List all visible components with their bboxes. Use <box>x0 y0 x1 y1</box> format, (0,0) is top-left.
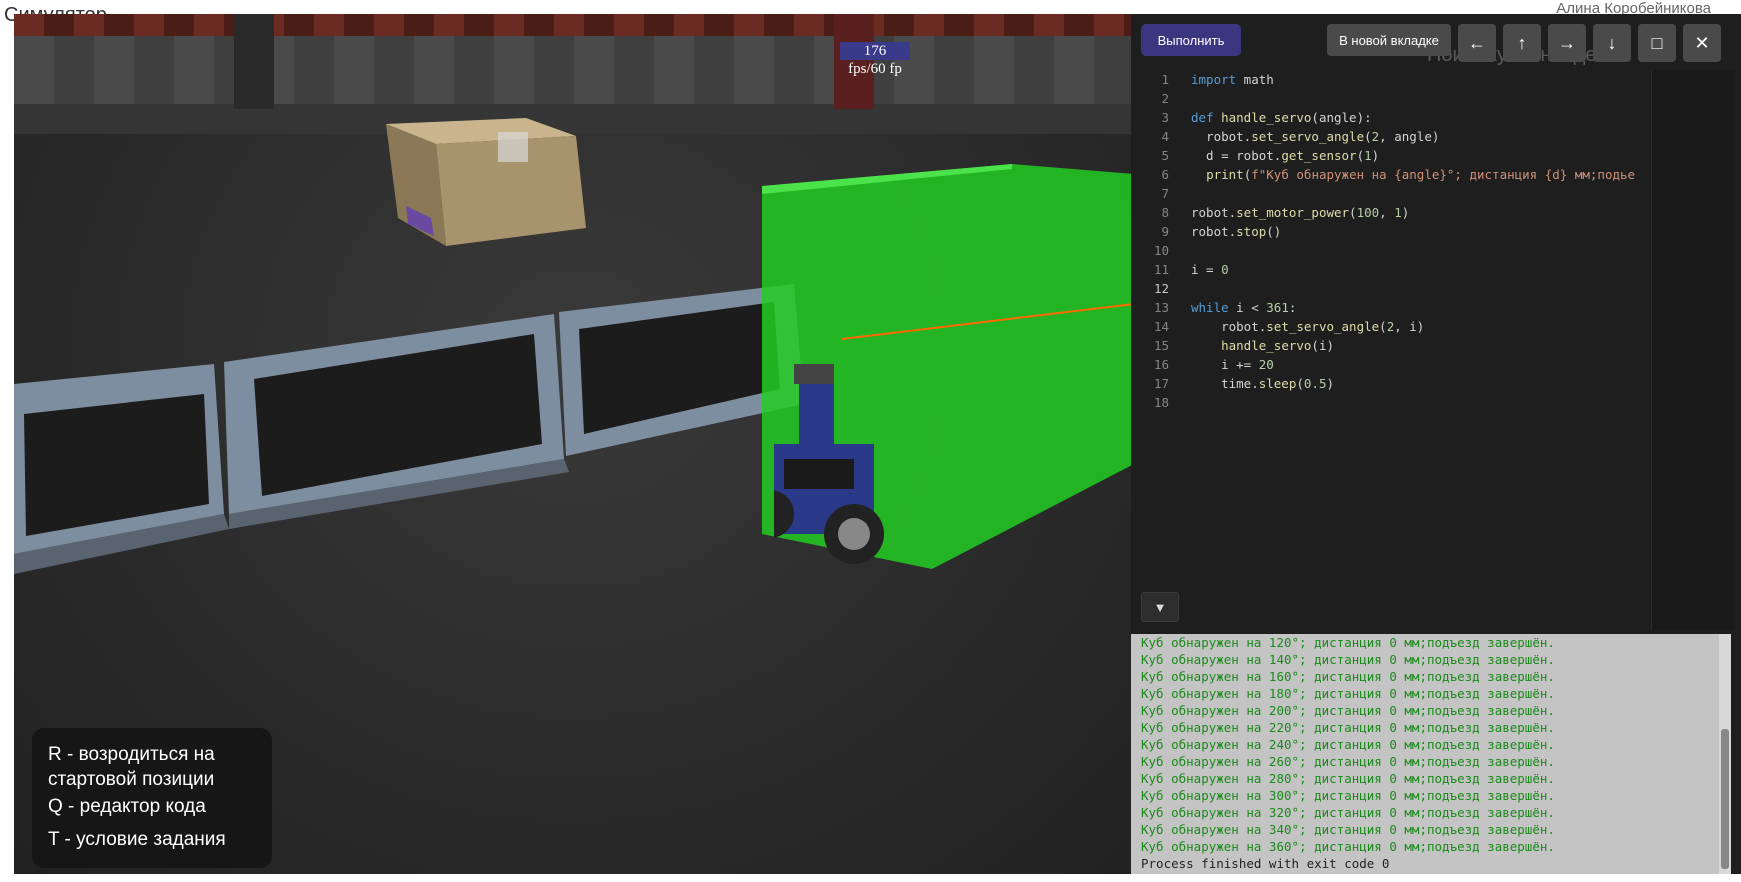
line-number: 9 <box>1161 224 1169 239</box>
console-line: Куб обнаружен на 340°; дистанция 0 мм;по… <box>1141 822 1555 837</box>
console-line: Куб обнаружен на 180°; дистанция 0 мм;по… <box>1141 686 1555 701</box>
output-console: Куб обнаружен на 120°; дистанция 0 мм;по… <box>1131 634 1731 874</box>
collapse-console-button[interactable]: ▼ <box>1141 592 1179 622</box>
console-line: Куб обнаружен на 160°; дистанция 0 мм;по… <box>1141 669 1555 684</box>
code-editor-panel: Поиск куба: найден! Выполнить В новой вк… <box>1131 14 1741 874</box>
fps-value: 176 <box>840 42 910 60</box>
maximize-button[interactable]: □ <box>1638 24 1676 62</box>
line-number: 11 <box>1153 262 1169 277</box>
line-number: 3 <box>1161 110 1169 125</box>
line-number: 2 <box>1161 91 1169 106</box>
line-number: 17 <box>1153 376 1169 391</box>
hint-code-editor: Q - редактор кода <box>48 796 206 817</box>
wall-stripe <box>14 14 1134 36</box>
line-number-gutter: 1 2 3 4 5 6 7 8 9 10 11 12 13 14 15 16 17 18 <box>1131 70 1176 412</box>
hint-task: T - условие задания <box>48 829 226 850</box>
console-line: Куб обнаружен на 260°; дистанция 0 мм;по… <box>1141 754 1555 769</box>
line-number: 16 <box>1153 357 1169 372</box>
console-scrollbar-thumb[interactable] <box>1721 729 1729 869</box>
line-number: 15 <box>1153 338 1169 353</box>
line-number: 8 <box>1161 205 1169 220</box>
hint-respawn: R - возродиться на стартовой позиции <box>48 744 215 790</box>
open-in-new-tab-button[interactable]: В новой вкладке <box>1327 24 1451 56</box>
pillar <box>234 14 274 109</box>
console-line: Куб обнаружен на 220°; дистанция 0 мм;по… <box>1141 720 1555 735</box>
run-button[interactable]: Выполнить <box>1141 24 1241 56</box>
robot <box>774 364 884 564</box>
dock-top-button[interactable]: ↑ <box>1503 24 1541 62</box>
editor-toolbar: Поиск куба: найден! Выполнить В новой вк… <box>1131 14 1741 70</box>
code-minimap[interactable] <box>1651 70 1734 630</box>
simulation-viewport[interactable]: 176 fps/60 fp R - возродиться на стартов… <box>14 14 1134 874</box>
console-line: Куб обнаружен на 120°; дистанция 0 мм;по… <box>1141 635 1555 650</box>
fps-counter: 176 fps/60 fp <box>840 42 910 78</box>
line-number: 6 <box>1161 167 1169 182</box>
line-number: 10 <box>1153 243 1169 258</box>
console-line: Куб обнаружен на 200°; дистанция 0 мм;по… <box>1141 703 1555 718</box>
line-number: 18 <box>1153 395 1169 410</box>
console-line: Куб обнаружен на 320°; дистанция 0 мм;по… <box>1141 805 1555 820</box>
line-number: 12 <box>1153 281 1169 296</box>
line-number: 1 <box>1161 72 1169 87</box>
line-number: 13 <box>1153 300 1169 315</box>
console-line: Куб обнаружен на 360°; дистанция 0 мм;по… <box>1141 839 1555 854</box>
console-line: Куб обнаружен на 240°; дистанция 0 мм;по… <box>1141 737 1555 752</box>
cardboard-box <box>386 118 586 246</box>
console-line: Куб обнаружен на 300°; дистанция 0 мм;по… <box>1141 788 1555 803</box>
dock-bottom-button[interactable]: ↓ <box>1593 24 1631 62</box>
console-exit-line: Process finished with exit code 0 <box>1141 856 1390 871</box>
fps-label: fps/60 fp <box>848 61 902 77</box>
keyboard-hints-panel: R - возродиться на стартовой позиции Q -… <box>32 728 272 868</box>
console-line: Куб обнаружен на 140°; дистанция 0 мм;по… <box>1141 652 1555 667</box>
line-number: 5 <box>1161 148 1169 163</box>
line-number: 4 <box>1161 129 1169 144</box>
line-number: 14 <box>1153 319 1169 334</box>
close-editor-button[interactable]: ✕ <box>1683 24 1721 62</box>
dock-left-button[interactable]: ← <box>1458 24 1496 62</box>
line-number: 7 <box>1161 186 1169 201</box>
console-line: Куб обнаружен на 280°; дистанция 0 мм;по… <box>1141 771 1555 786</box>
dock-right-button[interactable]: → <box>1548 24 1586 62</box>
